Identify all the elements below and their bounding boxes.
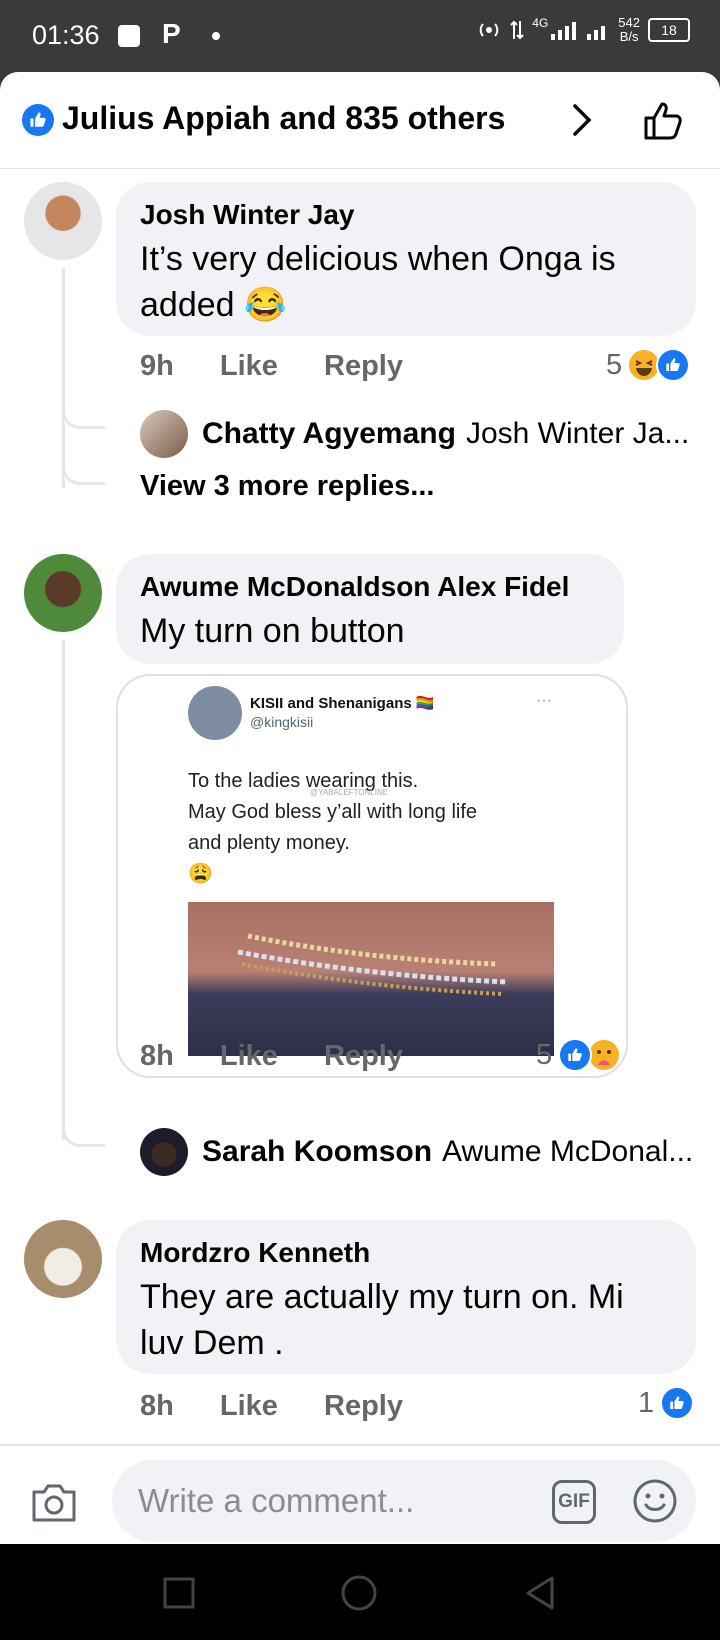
camera-icon[interactable] [30, 1480, 78, 1524]
like-button[interactable]: Like [220, 350, 278, 382]
reply-button[interactable]: Reply [324, 350, 403, 382]
comment-text: They are actually my turn on. Mi luv Dem… [140, 1278, 624, 1362]
network-type: 4G [532, 16, 549, 30]
reaction-count[interactable]: 5 [536, 1038, 620, 1072]
comment-bubble[interactable]: Awume McDonaldson Alex Fidel My turn on … [116, 554, 624, 664]
reply-text: Josh Winter Ja... [465, 417, 690, 450]
tweet-text: To the ladies wearing this. May God bles… [188, 770, 478, 885]
reply-author[interactable]: Chatty Agyemang [202, 417, 456, 451]
comment-image-attachment[interactable]: KISII and Shenanigans 🏳️‍🌈 @kingkisii ··… [116, 674, 628, 1078]
reply-button[interactable]: Reply [324, 1390, 403, 1422]
parking-icon: P [162, 18, 181, 49]
tweet-handle: @kingkisii [250, 714, 314, 730]
comment-author[interactable]: Josh Winter Jay [140, 198, 672, 232]
care-reaction-icon [589, 1040, 620, 1070]
gif-button[interactable]: GIF [552, 1480, 596, 1524]
view-more-replies[interactable]: View 3 more replies... [140, 470, 434, 503]
comment-input[interactable] [136, 1478, 500, 1524]
reply-text: Awume McDonal... [442, 1135, 694, 1168]
comment-meta: 8h Like Reply [140, 1390, 441, 1423]
status-bar: 01:36 P 4G 542 B/s 18 [0, 0, 720, 72]
thread-branch [62, 406, 105, 429]
avatar[interactable] [24, 182, 102, 260]
hotspot-icon [479, 23, 499, 37]
reply-preview[interactable]: Sarah Koomson Awume McDonal... [140, 1128, 693, 1176]
avatar[interactable] [140, 410, 188, 458]
comment-input-box[interactable]: GIF [112, 1460, 696, 1542]
comment-author[interactable]: Mordzro Kenneth [140, 1236, 672, 1270]
tweet-more-icon: ··· [536, 692, 552, 709]
comment-bubble[interactable]: Mordzro Kenneth They are actually my tur… [116, 1220, 696, 1374]
thread-branch [62, 462, 105, 485]
like-reaction-icon [660, 1386, 695, 1420]
comment-time: 9h [140, 350, 174, 382]
waist-beads-image [237, 933, 509, 996]
comment-bubble[interactable]: Josh Winter Jay It’s very delicious when… [116, 182, 696, 336]
status-time: 01:36 [32, 20, 100, 50]
reply-preview[interactable]: Chatty Agyemang Josh Winter Ja... [140, 410, 689, 458]
battery-icon: 18 [648, 18, 690, 42]
comment-text: My turn on button [140, 612, 405, 650]
notification-icon [118, 25, 140, 47]
reply-button[interactable]: Reply [324, 1040, 403, 1072]
tweet-avatar [188, 686, 242, 740]
home-icon[interactable] [340, 1574, 378, 1612]
data-arrows-icon [510, 20, 524, 40]
chevron-right-icon[interactable] [565, 98, 599, 142]
signal-icon [551, 22, 577, 40]
status-right: 4G 542 B/s 18 [476, 16, 690, 44]
watermark: @YABALEFTONLINE [310, 788, 389, 797]
back-icon[interactable] [522, 1574, 558, 1612]
like-post-icon[interactable] [640, 96, 688, 144]
like-reaction-icon [558, 1038, 593, 1072]
system-nav-bar [0, 1544, 720, 1640]
comment-meta: 8h Like Reply [140, 1040, 441, 1073]
reactions-summary[interactable]: Julius Appiah and 835 others [62, 100, 505, 137]
reply-author[interactable]: Sarah Koomson [202, 1135, 432, 1169]
like-button[interactable]: Like [220, 1040, 278, 1072]
more-notifications-dot [212, 32, 220, 40]
like-reaction-icon [656, 348, 691, 382]
avatar[interactable] [24, 554, 102, 632]
reaction-count[interactable]: 1 [638, 1386, 695, 1420]
comment-author[interactable]: Awume McDonaldson Alex Fidel [140, 570, 600, 604]
avatar[interactable] [140, 1128, 188, 1176]
comment-time: 8h [140, 1390, 174, 1422]
emoji-icon[interactable] [632, 1478, 678, 1524]
tweet-author: KISII and Shenanigans 🏳️‍🌈 [250, 695, 435, 712]
comments-sheet: Julius Appiah and 835 others Josh Winter… [0, 72, 720, 1544]
comment-composer: GIF [0, 1444, 720, 1544]
recents-icon[interactable] [162, 1576, 196, 1610]
signal-icon-2 [587, 26, 606, 40]
reactions-header[interactable]: Julius Appiah and 835 others [0, 72, 720, 169]
tweet-photo [188, 902, 554, 1056]
reaction-count[interactable]: 5 [606, 348, 691, 382]
like-button[interactable]: Like [220, 1390, 278, 1422]
comment-meta: 9h Like Reply [140, 350, 441, 383]
network-speed: 542 B/s [618, 15, 640, 44]
thread-line [62, 640, 65, 1140]
comment-text: It’s very delicious when Onga is added 😂 [140, 240, 616, 324]
avatar[interactable] [24, 1220, 102, 1298]
thread-branch [62, 1124, 105, 1147]
like-reaction-icon [22, 104, 54, 136]
comment-time: 8h [140, 1040, 174, 1072]
thread-line [62, 268, 65, 488]
